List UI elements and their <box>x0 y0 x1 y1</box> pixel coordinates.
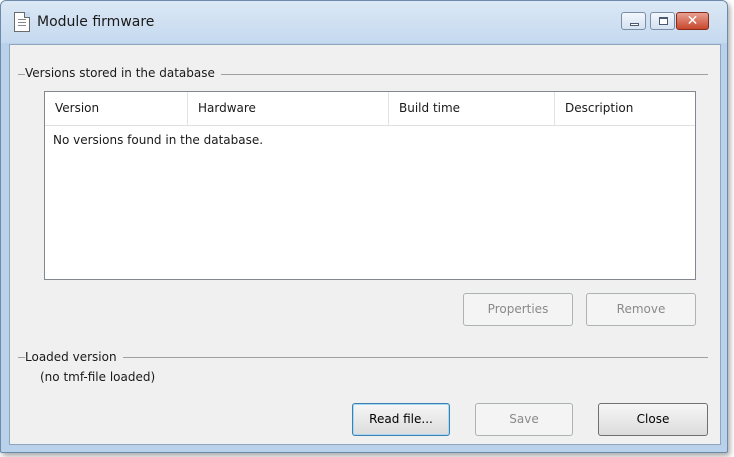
close-window-button[interactable]: ✕ <box>676 12 709 30</box>
maximize-button[interactable] <box>650 12 675 30</box>
column-header-version[interactable]: Version <box>45 92 188 125</box>
column-header-description[interactable]: Description <box>555 92 695 125</box>
empty-list-message: No versions found in the database. <box>53 133 264 147</box>
document-icon <box>14 12 30 32</box>
window-title: Module firmware <box>37 14 155 30</box>
close-button[interactable]: Close <box>598 403 708 436</box>
column-header-build-time[interactable]: Build time <box>389 92 555 125</box>
versions-list-header: Version Hardware Build time Description <box>45 92 695 126</box>
close-icon: ✕ <box>686 13 699 29</box>
title-bar[interactable]: Module firmware ✕ <box>1 1 727 43</box>
properties-button[interactable]: Properties <box>463 293 573 326</box>
minimize-icon <box>630 23 639 26</box>
remove-button[interactable]: Remove <box>586 293 696 326</box>
save-button[interactable]: Save <box>475 403 573 436</box>
read-file-button[interactable]: Read file... <box>352 403 450 436</box>
maximize-icon <box>659 17 668 25</box>
module-firmware-window: Module firmware ✕ Versions stored in the… <box>0 0 728 453</box>
minimize-button[interactable] <box>621 12 646 30</box>
versions-group-label: Versions stored in the database <box>25 66 221 80</box>
dialog-client-area: Versions stored in the database Version … <box>9 44 721 445</box>
loaded-group-label: Loaded version <box>25 350 123 364</box>
column-header-hardware[interactable]: Hardware <box>188 92 389 125</box>
versions-list[interactable]: Version Hardware Build time Description … <box>44 91 696 280</box>
loaded-version-status: (no tmf-file loaded) <box>40 370 156 384</box>
